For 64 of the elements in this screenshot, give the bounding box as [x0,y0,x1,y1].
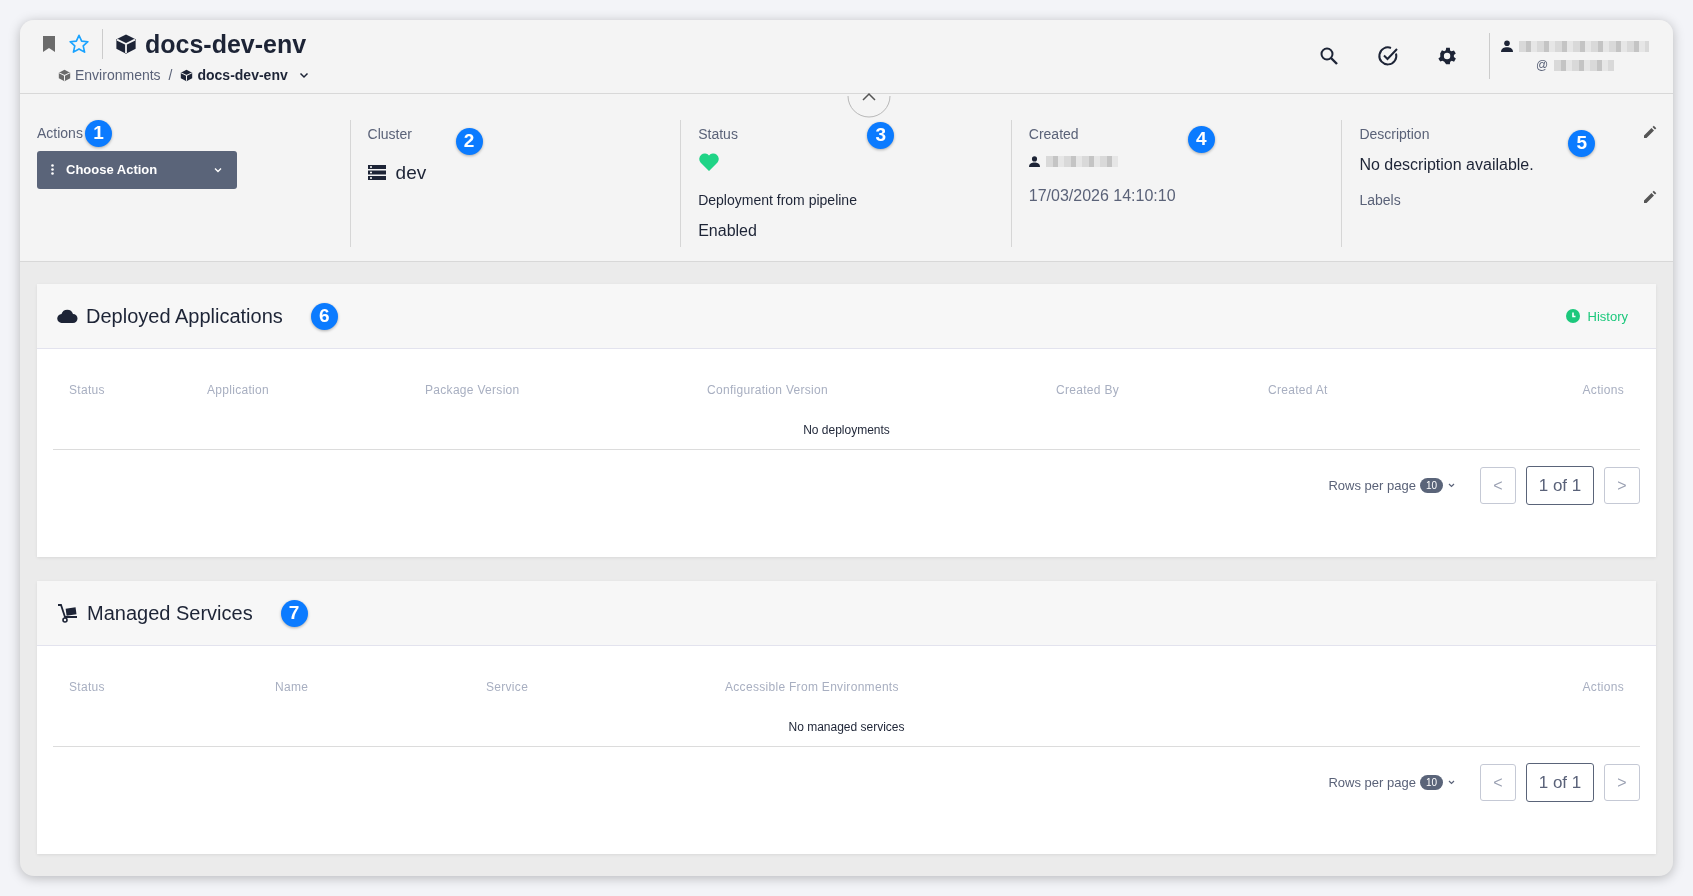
caret-icon [1447,481,1456,490]
bookmark-icon[interactable] [42,35,56,54]
column-header: Created At [1268,383,1329,399]
server-icon [367,165,386,181]
column-header: Name [275,680,310,696]
cloud-icon [57,309,78,323]
clock-icon [1565,309,1580,323]
more-icon [51,164,54,176]
edit-icon[interactable] [1643,124,1657,139]
cube-icon [115,33,137,56]
breadcrumb-separator: / [168,67,173,84]
column-header: Actions [1582,680,1624,696]
check-circle-icon[interactable] [1377,45,1399,68]
column-header: Created By [1056,383,1121,399]
section-title: Managed Services [87,601,253,625]
section-title: Deployed Applications [86,304,283,328]
callout-badge: 1 [84,119,112,147]
page-indicator: 1 of 1 [1526,466,1594,505]
callout-badge: 6 [310,302,338,330]
column-header: Service [486,680,530,696]
field-label: Actions [37,125,83,142]
caret-icon [1447,778,1456,787]
redacted-user-handle [1554,59,1615,71]
star-icon[interactable] [68,33,90,56]
callout-badge: 7 [280,599,308,627]
column-header: Configuration Version [707,383,830,399]
created-timestamp: 17/03/2026 14:10:10 [1028,186,1176,205]
rows-per-page-select[interactable]: Rows per page 10 [1328,775,1456,790]
empty-message: No deployments [53,415,1640,450]
choose-action-dropdown[interactable]: Choose Action [37,150,237,189]
empty-message: No managed services [53,712,1640,747]
callout-badge: 3 [867,121,895,149]
rows-per-page-select[interactable]: Rows per page 10 [1328,478,1456,493]
field-label: Description [1359,125,1430,142]
callout-badge: 4 [1187,125,1215,153]
description-text: No description available. [1359,155,1534,174]
field-label: Created [1028,125,1079,142]
search-icon[interactable] [1319,46,1339,67]
field-label: Labels [1359,191,1401,208]
callout-badge: 5 [1568,129,1596,157]
breadcrumb-link[interactable]: docs-dev-env [180,67,310,84]
hand-truck-icon [57,603,79,623]
cluster-name: dev [395,161,427,184]
column-header: Status [69,680,106,696]
user-icon [1028,155,1040,167]
field-label: Cluster [367,125,412,142]
breadcrumb-link[interactable]: Environments [58,67,161,84]
field-label: Status [698,125,738,142]
callout-badge: 2 [455,127,483,155]
column-header: Actions [1582,383,1624,399]
column-header: Package Version [425,383,521,399]
user-icon [1501,40,1513,53]
handle-prefix: @ [1535,58,1549,73]
status-caption: Deployment from pipeline [698,191,857,208]
edit-icon[interactable] [1643,189,1657,204]
column-header: Application [207,383,270,399]
heart-icon [698,151,721,172]
pipeline-status: Enabled [698,221,757,240]
column-header: Status [69,383,106,399]
page-indicator: 1 of 1 [1526,763,1594,802]
column-header: Accessible From Environments [725,680,900,696]
environment-title: docs-dev-env [145,29,307,59]
cube-icon [180,68,194,82]
cube-icon [58,68,71,82]
